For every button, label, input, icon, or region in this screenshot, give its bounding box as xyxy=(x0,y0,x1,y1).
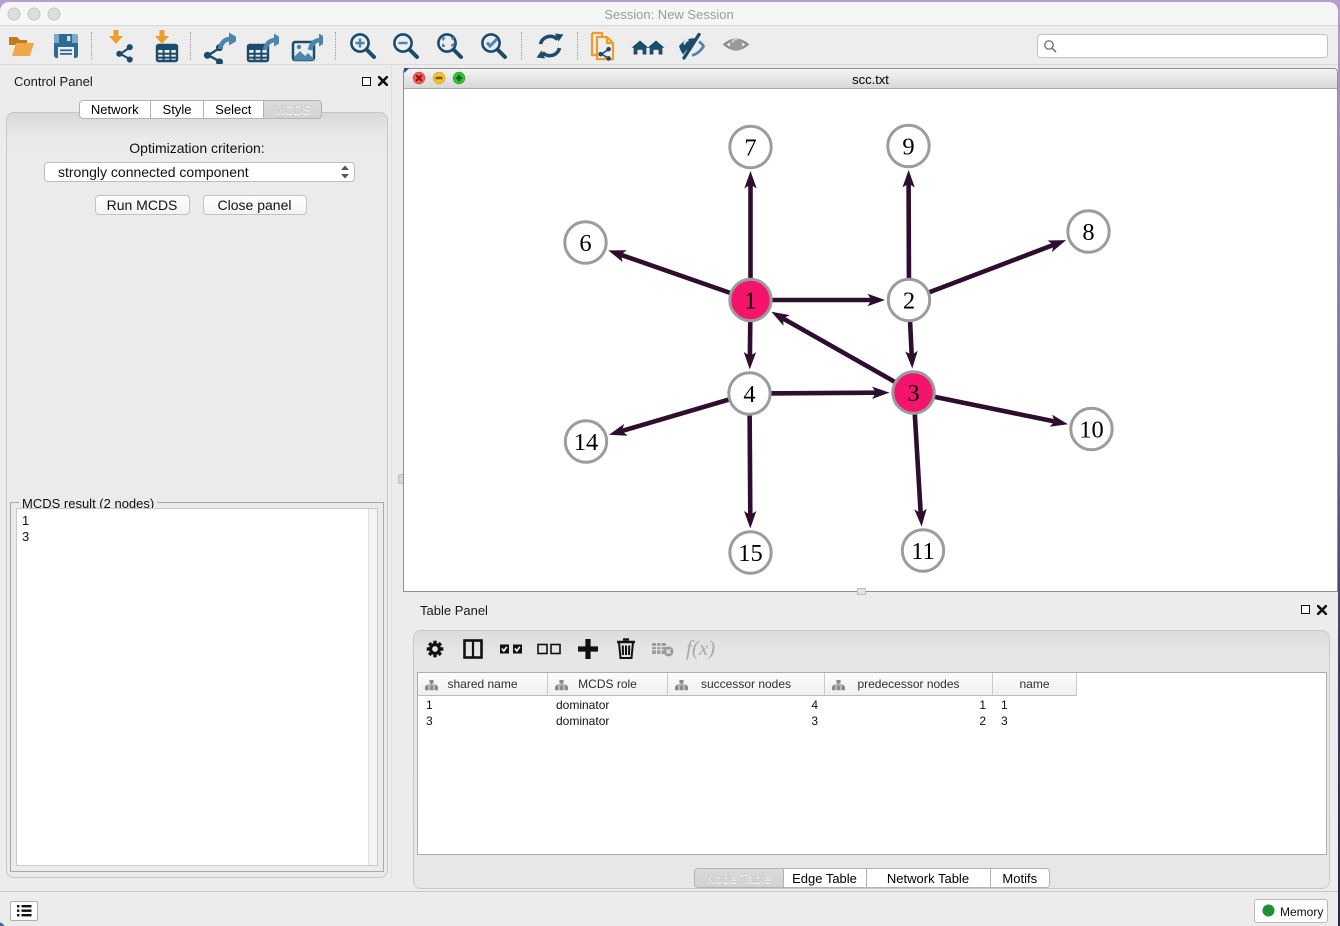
svg-text:7: 7 xyxy=(744,135,756,162)
svg-text:1: 1 xyxy=(744,288,756,315)
svg-text:2: 2 xyxy=(903,288,915,315)
svg-text:8: 8 xyxy=(1082,219,1094,246)
svg-text:9: 9 xyxy=(902,134,914,161)
svg-text:6: 6 xyxy=(579,230,591,257)
svg-text:14: 14 xyxy=(574,429,599,456)
svg-text:3: 3 xyxy=(907,380,919,407)
svg-text:10: 10 xyxy=(1079,417,1104,444)
svg-text:11: 11 xyxy=(911,538,935,565)
svg-text:4: 4 xyxy=(743,381,755,408)
svg-text:15: 15 xyxy=(738,540,763,567)
